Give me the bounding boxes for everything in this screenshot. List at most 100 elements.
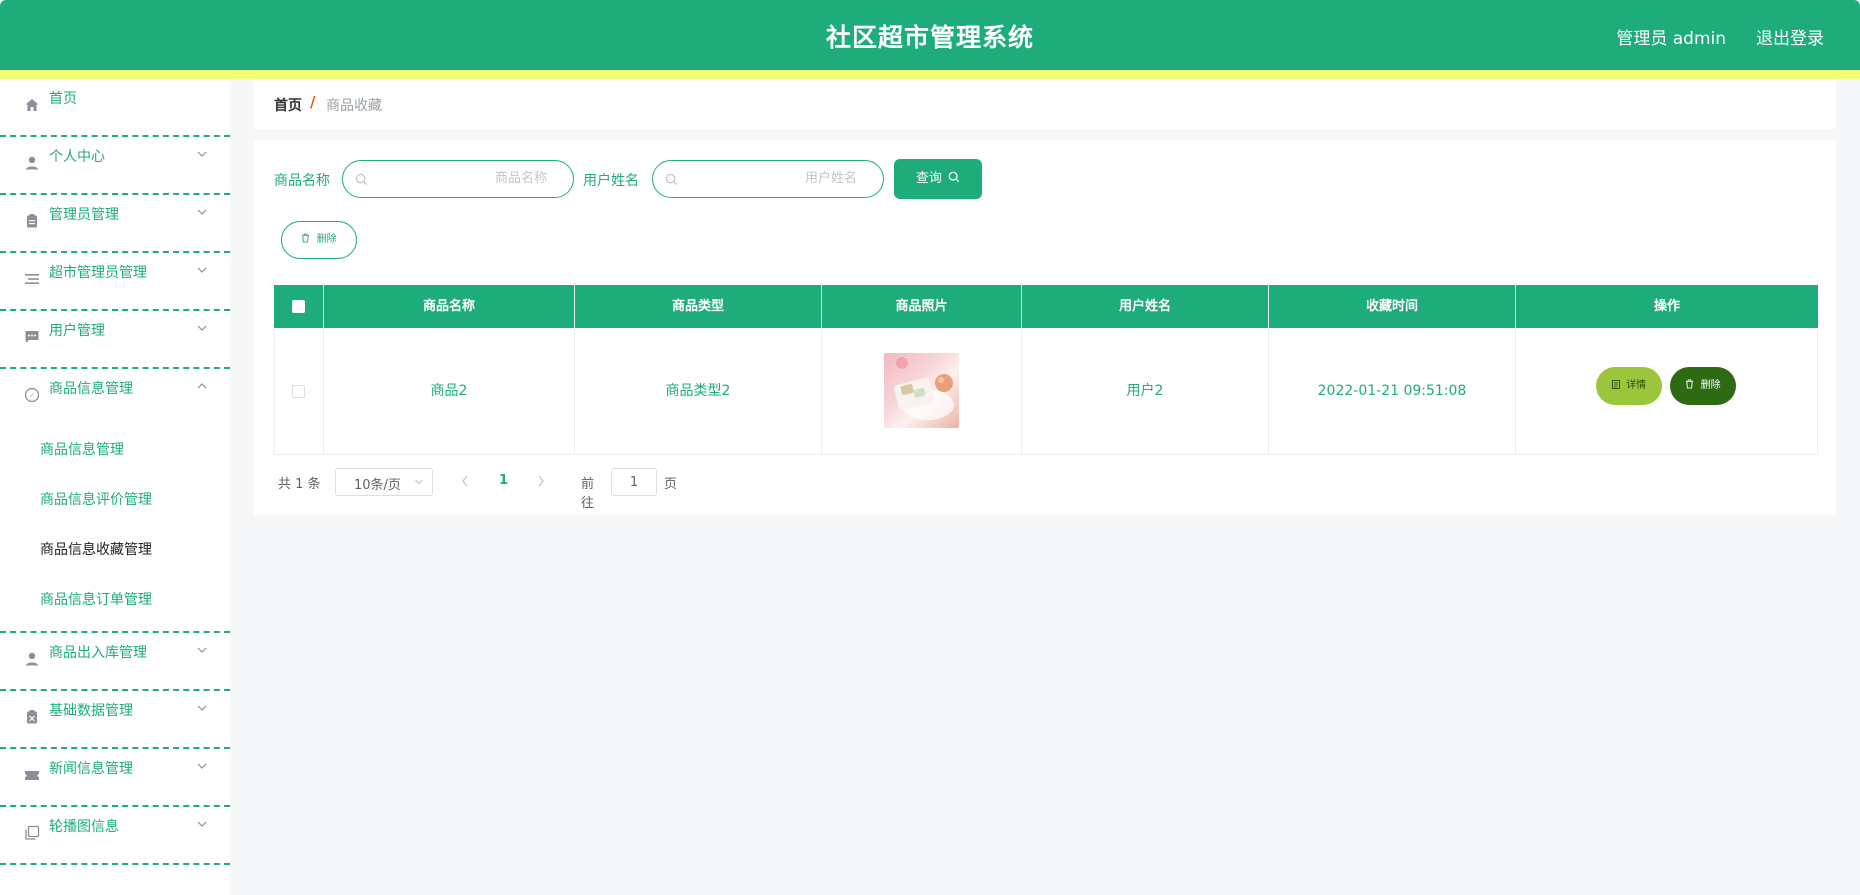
table-header-photo: 商品照片 (822, 285, 1022, 328)
table-header-name: 商品名称 (324, 285, 575, 328)
query-button[interactable]: 查询 (894, 159, 982, 199)
table-row-select-cell (274, 328, 324, 455)
sidebar-item-stock[interactable]: 商品出入库管理 (0, 633, 230, 691)
sidebar-item-goods[interactable]: 商品信息管理 (0, 369, 230, 425)
user-icon (26, 652, 38, 666)
row-checkbox[interactable] (292, 385, 305, 398)
breadcrumb-home[interactable]: 首页 (274, 95, 302, 115)
user-name-input[interactable] (755, 170, 859, 187)
table-cell-actions: 详情 删除 (1516, 328, 1818, 455)
ticket-icon (25, 771, 39, 780)
pagination-total: 共 1 条 (278, 477, 321, 492)
chevron-up-icon (197, 383, 207, 389)
search-icon (355, 173, 368, 186)
content-panel: 商品名称 用户姓名 查询 删除 商品名称 商品类型 商品照片 用户姓名 收藏时间… (254, 140, 1836, 515)
copy-icon (25, 825, 40, 840)
sidebar-item-label: 商品出入库管理 (49, 645, 147, 661)
trash-icon (1686, 379, 1694, 389)
sidebar-item-label: 轮播图信息 (49, 819, 119, 835)
chevron-down-icon (197, 151, 207, 157)
row-delete-button[interactable]: 删除 (1670, 367, 1736, 405)
sidebar-item-label: 超市管理员管理 (49, 265, 147, 281)
chevron-down-icon (197, 763, 207, 769)
prev-page-icon[interactable] (460, 471, 470, 491)
chevron-down-icon (197, 325, 207, 331)
home-icon (25, 99, 39, 111)
product-name-input[interactable] (445, 170, 549, 187)
page-number-1[interactable]: 1 (499, 473, 508, 488)
page-jump-input[interactable] (611, 468, 657, 496)
submenu-item-goods-order[interactable]: 商品信息订单管理 (0, 575, 230, 625)
breadcrumb-current: 商品收藏 (326, 98, 382, 114)
row-delete-label: 删除 (1700, 380, 1721, 391)
search-icon (665, 173, 678, 186)
header-accent-line (0, 70, 1860, 79)
batch-delete-label: 删除 (316, 234, 337, 245)
page-suffix-label: 页 (664, 477, 678, 492)
table-header-select (274, 285, 324, 328)
sidebar-item-label: 基础数据管理 (49, 703, 133, 719)
sidebar-item-label: 首页 (49, 91, 77, 107)
chevron-down-icon (197, 209, 207, 215)
detail-button-label: 详情 (1626, 380, 1647, 391)
page-size-select[interactable]: 10条/页 (335, 468, 433, 496)
chevron-down-icon (415, 479, 423, 485)
submenu-item-goods-info[interactable]: 商品信息管理 (0, 425, 230, 475)
table-cell-type: 商品类型2 (575, 328, 822, 455)
detail-button[interactable]: 详情 (1596, 367, 1662, 405)
chat-icon (25, 331, 39, 343)
top-header: 社区超市管理系统 管理员 admin 退出登录 (0, 0, 1860, 70)
table-cell-name: 商品2 (324, 328, 575, 455)
sidebar-item-market-admins[interactable]: 超市管理员管理 (0, 253, 230, 311)
sidebar-item-users[interactable]: 用户管理 (0, 311, 230, 369)
sidebar: 首页 个人中心 管理员管理 超市管理员管理 用户管理 商品信息管理 商品信息管理… (0, 79, 230, 895)
sidebar-item-base-data[interactable]: 基础数据管理 (0, 691, 230, 749)
sidebar-item-label: 新闻信息管理 (49, 761, 133, 777)
goto-label: 前往 (581, 477, 595, 511)
sidebar-item-profile[interactable]: 个人中心 (0, 137, 230, 195)
goods-submenu: 商品信息管理 商品信息评价管理 商品信息收藏管理 商品信息订单管理 (0, 425, 230, 633)
breadcrumb: 首页 / 商品收藏 (254, 79, 1836, 129)
table-cell-time: 2022-01-21 09:51:08 (1269, 328, 1516, 455)
chevron-down-icon (197, 267, 207, 273)
page-size-value: 10条/页 (354, 478, 401, 493)
compass-icon (24, 387, 40, 403)
document-icon (1611, 380, 1620, 389)
table-header-user: 用户姓名 (1022, 285, 1269, 328)
clipboard-icon (27, 710, 37, 724)
sidebar-item-home[interactable]: 首页 (0, 79, 230, 137)
list-icon (25, 274, 39, 284)
next-page-icon[interactable] (536, 471, 546, 491)
submenu-item-goods-review[interactable]: 商品信息评价管理 (0, 475, 230, 525)
chevron-down-icon (197, 821, 207, 827)
table-header-type: 商品类型 (575, 285, 822, 328)
sidebar-item-label: 用户管理 (49, 323, 105, 339)
batch-delete-button[interactable]: 删除 (281, 221, 357, 259)
select-all-checkbox[interactable] (292, 300, 305, 313)
breadcrumb-separator: / (310, 93, 316, 111)
query-button-label: 查询 (915, 171, 942, 186)
product-photo-thumbnail[interactable] (884, 353, 959, 428)
sidebar-item-label: 个人中心 (49, 149, 105, 165)
sidebar-item-carousel[interactable]: 轮播图信息 (0, 807, 230, 865)
current-user: 管理员 admin (1616, 29, 1726, 49)
user-icon (26, 156, 38, 170)
table-cell-photo (822, 328, 1022, 455)
trash-icon (302, 233, 310, 243)
clipboard-icon (27, 214, 37, 228)
user-name-label: 用户姓名 (583, 173, 639, 189)
table-header-actions: 操作 (1516, 285, 1818, 328)
sidebar-item-label: 商品信息管理 (49, 381, 133, 397)
table-cell-user: 用户2 (1022, 328, 1269, 455)
product-name-label: 商品名称 (274, 173, 330, 189)
logout-link[interactable]: 退出登录 (1756, 24, 1824, 49)
sidebar-item-news[interactable]: 新闻信息管理 (0, 749, 230, 807)
submenu-item-goods-favorite[interactable]: 商品信息收藏管理 (0, 525, 230, 575)
user-name-field[interactable] (652, 160, 884, 198)
sidebar-item-label: 管理员管理 (49, 207, 119, 223)
chevron-down-icon (197, 647, 207, 653)
search-icon (948, 171, 960, 183)
app-title: 社区超市管理系统 (825, 23, 1034, 52)
sidebar-item-admins[interactable]: 管理员管理 (0, 195, 230, 253)
product-name-field[interactable] (342, 160, 574, 198)
